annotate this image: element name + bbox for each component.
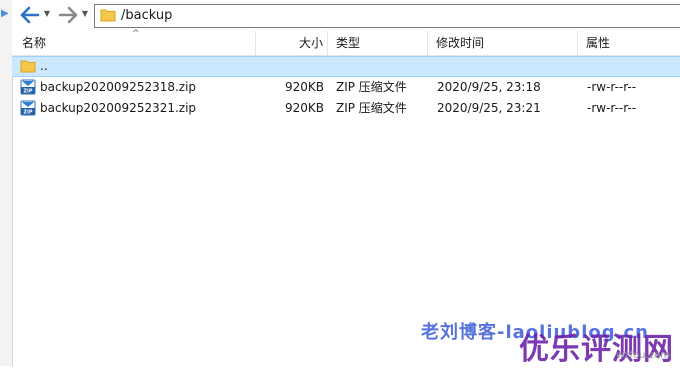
forward-button[interactable] bbox=[58, 6, 78, 24]
column-header-size[interactable]: 大小 bbox=[256, 31, 328, 55]
parent-directory-row[interactable]: .. bbox=[12, 56, 680, 77]
address-bar: ▼ ▼ /backup bbox=[12, 0, 680, 32]
folder-icon bbox=[100, 9, 116, 22]
column-header-type[interactable]: 类型 bbox=[328, 31, 428, 55]
file-list: .. ZIP backup202009252318.zip 920KB ZIP … bbox=[12, 56, 680, 119]
folder-icon bbox=[20, 60, 36, 73]
forward-history-dropdown[interactable]: ▼ bbox=[80, 9, 90, 21]
file-size: 920KB bbox=[284, 80, 324, 94]
sort-ascending-icon: ^ bbox=[132, 29, 140, 39]
watermark-domain: wzfou.com bbox=[616, 350, 670, 361]
file-permissions: -rw-r--r-- bbox=[587, 80, 637, 94]
arrow-right-icon bbox=[58, 6, 78, 24]
file-name: backup202009252321.zip bbox=[40, 101, 197, 115]
expand-arrow-icon: ▶ bbox=[1, 8, 9, 19]
back-button[interactable] bbox=[20, 6, 40, 24]
table-row[interactable]: ZIP backup202009252318.zip 920KB ZIP 压缩文… bbox=[12, 77, 680, 98]
back-history-dropdown[interactable]: ▼ bbox=[42, 9, 52, 21]
path-input[interactable]: /backup bbox=[94, 4, 680, 28]
file-size: 920KB bbox=[284, 101, 324, 115]
file-permissions: -rw-r--r-- bbox=[587, 101, 637, 115]
column-header-permissions[interactable]: 属性 bbox=[578, 31, 680, 55]
file-modified: 2020/9/25, 23:18 bbox=[437, 80, 541, 94]
file-name: backup202009252318.zip bbox=[40, 80, 197, 94]
watermark-site: 优乐评测网 bbox=[519, 332, 674, 367]
file-modified: 2020/9/25, 23:21 bbox=[437, 101, 541, 115]
column-header-modified[interactable]: 修改时间 bbox=[428, 31, 578, 55]
column-header-name[interactable]: 名称 ^ bbox=[12, 29, 256, 55]
path-text: /backup bbox=[121, 8, 173, 23]
file-name: .. bbox=[40, 59, 48, 73]
svg-text:ZIP: ZIP bbox=[23, 89, 32, 95]
file-type: ZIP 压缩文件 bbox=[336, 101, 407, 115]
svg-text:ZIP: ZIP bbox=[23, 110, 32, 116]
zip-file-icon: ZIP bbox=[20, 100, 36, 116]
arrow-left-icon bbox=[20, 6, 40, 24]
table-row[interactable]: ZIP backup202009252321.zip 920KB ZIP 压缩文… bbox=[12, 98, 680, 119]
file-list-header: 名称 ^ 大小 类型 修改时间 属性 bbox=[12, 29, 680, 56]
file-type: ZIP 压缩文件 bbox=[336, 80, 407, 94]
zip-file-icon: ZIP bbox=[20, 79, 36, 95]
